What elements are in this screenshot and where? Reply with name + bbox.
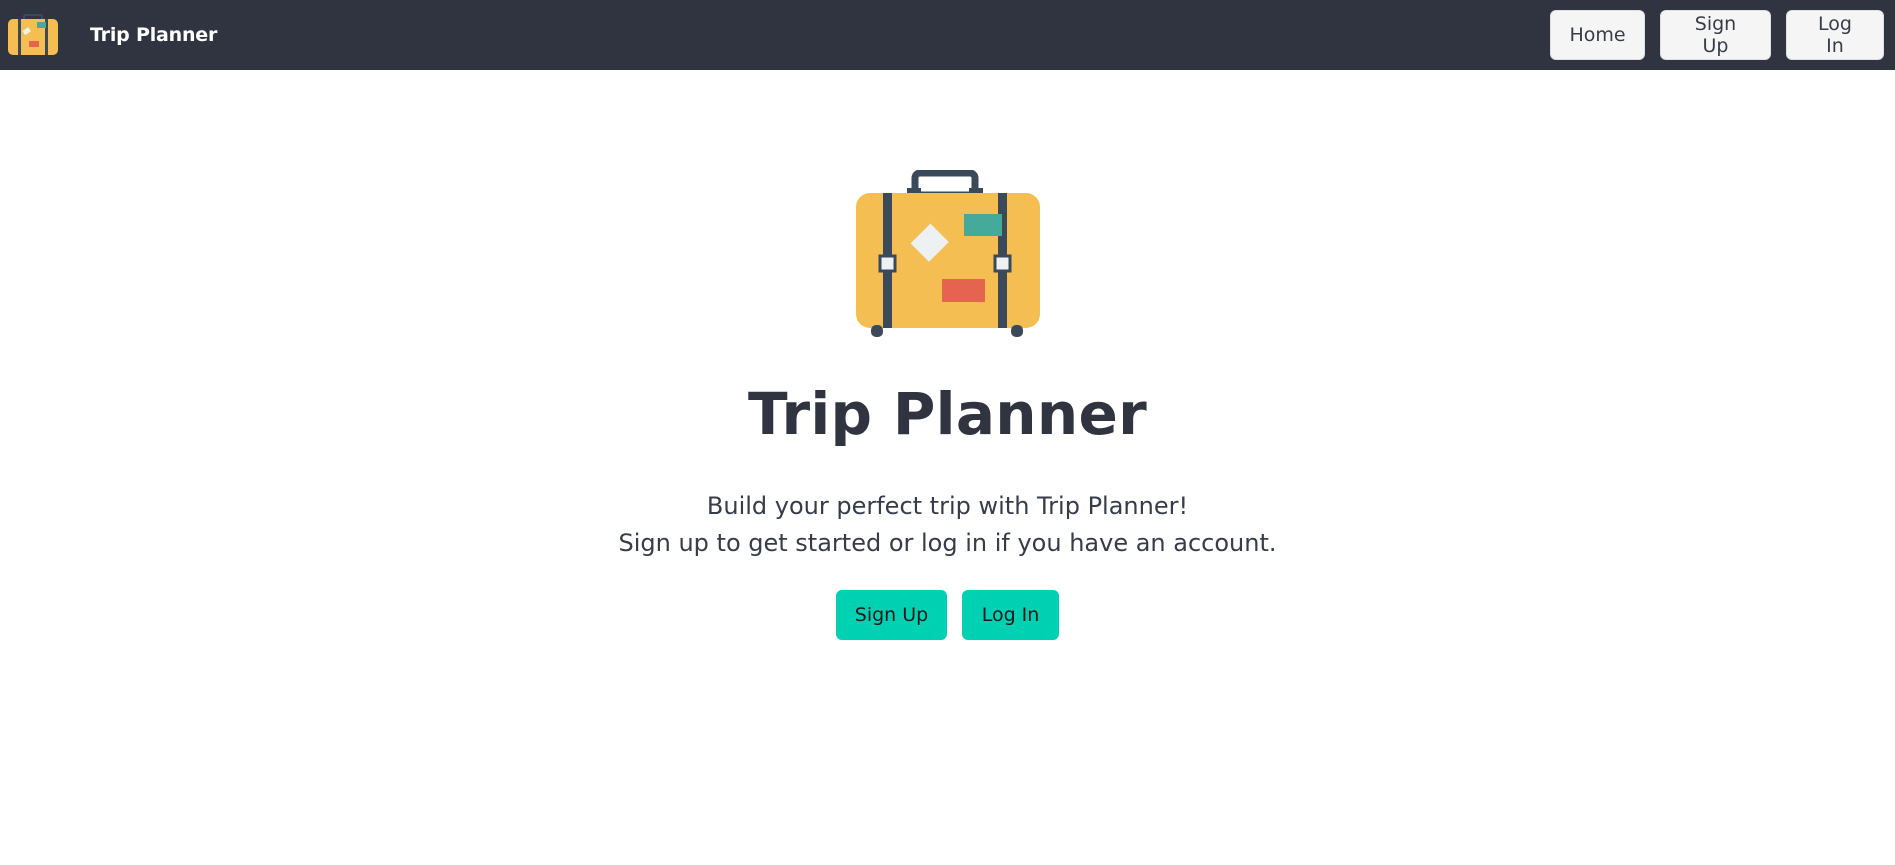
nav-log-in-button[interactable]: Log In bbox=[1786, 10, 1884, 60]
nav-button-group: Home Sign Up Log In bbox=[1550, 10, 1884, 60]
hero-subtitle: Build your perfect trip with Trip Planne… bbox=[0, 488, 1895, 562]
page-title: Trip Planner bbox=[747, 380, 1148, 448]
hero-subtitle-line-2: Sign up to get started or log in if you … bbox=[618, 529, 1277, 557]
nav-home-button[interactable]: Home bbox=[1550, 10, 1645, 60]
hero-subtitle-line-1: Build your perfect trip with Trip Planne… bbox=[706, 492, 1189, 520]
brand-link[interactable]: Trip Planner bbox=[0, 0, 217, 70]
log-in-button[interactable]: Log In bbox=[962, 590, 1059, 640]
top-navbar: Trip Planner Home Sign Up Log In bbox=[0, 0, 1895, 70]
hero-button-group: Sign Up Log In bbox=[0, 590, 1895, 640]
brand-title: Trip Planner bbox=[90, 24, 218, 46]
nav-sign-up-button[interactable]: Sign Up bbox=[1660, 10, 1771, 60]
suitcase-icon bbox=[8, 14, 58, 55]
sign-up-button[interactable]: Sign Up bbox=[836, 590, 947, 640]
suitcase-icon bbox=[856, 170, 1040, 337]
